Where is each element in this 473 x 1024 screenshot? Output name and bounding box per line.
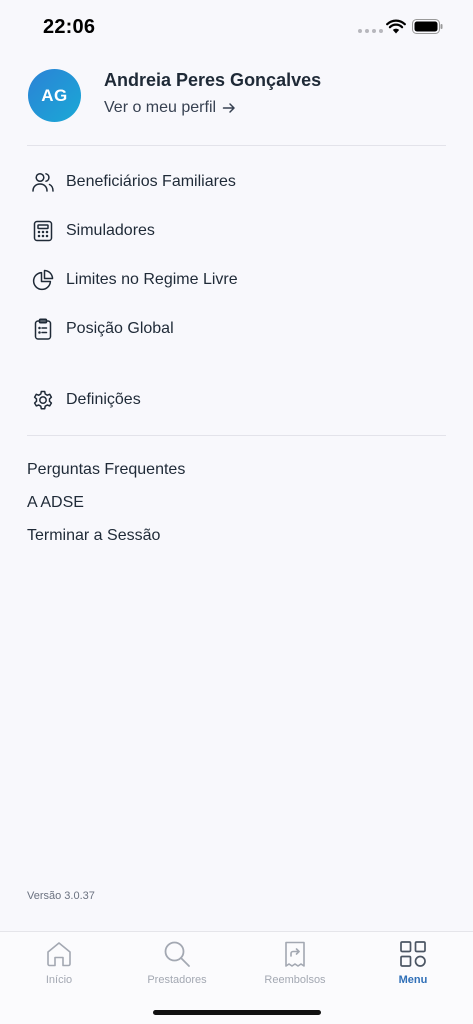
arrow-right-icon [222,103,235,113]
battery-icon [412,19,443,34]
link-a-adse[interactable]: A ADSE [27,494,84,512]
divider [27,435,446,436]
divider [27,145,446,146]
pie-chart-icon [30,267,56,293]
status-bar: 22:06 [0,0,473,54]
menu-item-label: Simuladores [66,222,155,239]
menu-item-label: Beneficiários Familiares [66,173,236,190]
menu-item-posicao-global[interactable]: Posição Global [30,314,174,344]
view-profile-label: Ver o meu perfil [104,99,217,116]
receipt-icon [279,938,311,970]
tab-label: Reembolsos [264,974,326,986]
link-perguntas-frequentes[interactable]: Perguntas Frequentes [27,461,185,479]
users-icon [30,169,56,195]
tab-label: Menu [398,974,428,986]
search-icon [161,938,193,970]
app-version: Versão 3.0.37 [27,890,95,902]
menu-item-beneficiarios[interactable]: Beneficiários Familiares [30,167,236,197]
clipboard-list-icon [30,316,56,342]
home-indicator [153,1010,321,1015]
home-icon [43,938,75,970]
tab-prestadores[interactable]: Prestadores [118,938,236,998]
menu-item-limites[interactable]: Limites no Regime Livre [30,265,238,295]
avatar[interactable]: AG [28,69,81,122]
tab-reembolsos[interactable]: Reembolsos [236,938,354,998]
cellular-signal-icon [358,29,383,33]
tab-menu[interactable]: Menu [354,938,472,998]
menu-item-definicoes[interactable]: Definições [30,385,141,415]
view-profile-link[interactable]: Ver o meu perfil [104,99,236,117]
status-time: 22:06 [43,16,96,38]
calculator-icon [30,218,56,244]
menu-item-label: Posição Global [66,320,174,337]
tab-label: Prestadores [147,974,207,986]
profile-name: Andreia Peres Gonçalves [104,70,322,90]
tab-inicio[interactable]: Início [0,938,118,998]
menu-item-simuladores[interactable]: Simuladores [30,216,155,246]
wifi-icon [386,19,406,34]
menu-item-label: Definições [66,391,141,408]
menu-screen: 22:06 AG Andreia Peres Gonçalves Ver o m… [0,0,473,1024]
menu-item-label: Limites no Regime Livre [66,271,238,288]
gear-icon [30,387,56,413]
link-terminar-sessao[interactable]: Terminar a Sessão [27,527,160,545]
tab-label: Início [45,974,73,986]
grid-icon [397,938,429,970]
